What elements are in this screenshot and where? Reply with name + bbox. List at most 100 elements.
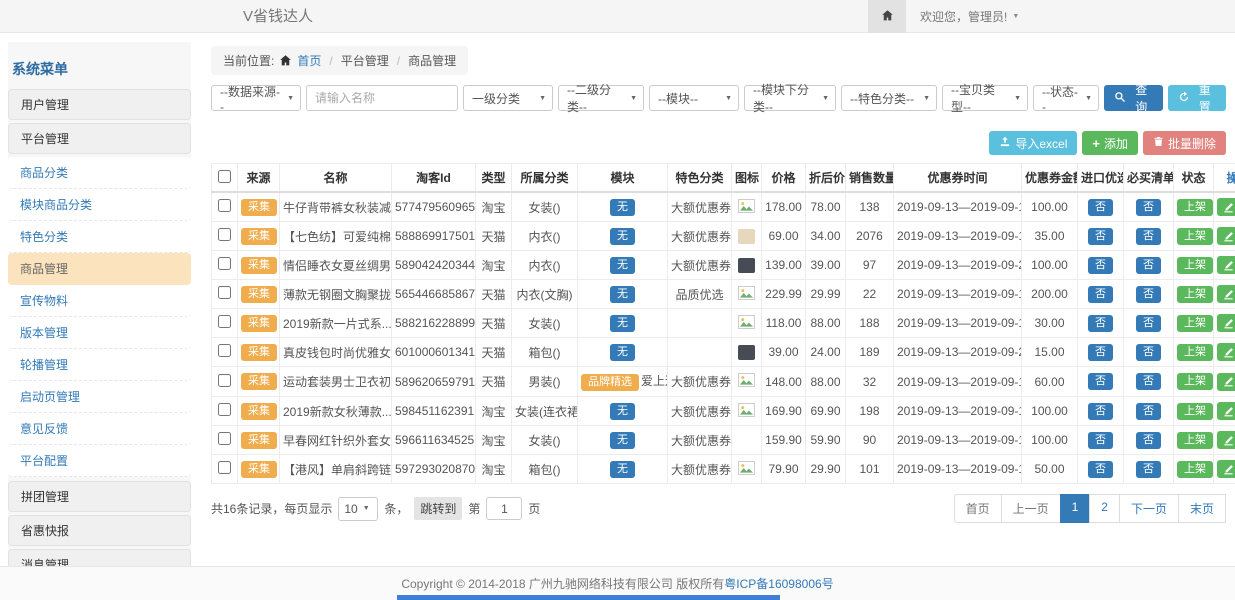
filter-select-module[interactable]: --模块--▼ xyxy=(649,85,739,111)
sidebar-section[interactable]: 拼团管理 xyxy=(8,481,191,512)
sidebar-item[interactable]: 意见反馈 xyxy=(8,413,191,445)
imported-toggle[interactable]: 否 xyxy=(1088,199,1113,216)
filter-select-data-source[interactable]: --数据来源--▼ xyxy=(211,85,301,111)
module-badge[interactable]: 品牌精选 xyxy=(581,374,639,391)
imported-toggle[interactable]: 否 xyxy=(1088,315,1113,332)
edit-button[interactable] xyxy=(1217,198,1235,216)
user-menu[interactable]: 欢迎您，管理员! ▼ xyxy=(906,0,1033,33)
row-checkbox[interactable] xyxy=(218,199,231,212)
module-badge[interactable]: 无 xyxy=(610,199,635,216)
status-badge[interactable]: 上架 xyxy=(1177,315,1213,332)
status-badge[interactable]: 上架 xyxy=(1177,403,1213,420)
module-badge[interactable]: 无 xyxy=(610,461,635,478)
imported-toggle[interactable]: 否 xyxy=(1088,257,1113,274)
sidebar-item[interactable]: 启动页管理 xyxy=(8,381,191,413)
module-badge[interactable]: 无 xyxy=(610,344,635,361)
imported-toggle[interactable]: 否 xyxy=(1088,344,1113,361)
status-badge[interactable]: 上架 xyxy=(1177,373,1213,390)
status-badge[interactable]: 上架 xyxy=(1177,199,1213,216)
sidebar-item[interactable]: 商品管理 xyxy=(8,253,191,285)
page-button[interactable]: 末页 xyxy=(1178,494,1226,523)
module-badge[interactable]: 无 xyxy=(610,257,635,274)
sidebar-item[interactable]: 模块商品分类 xyxy=(8,189,191,221)
row-checkbox[interactable] xyxy=(218,315,231,328)
imported-toggle[interactable]: 否 xyxy=(1088,373,1113,390)
imported-toggle[interactable]: 否 xyxy=(1088,461,1113,478)
module-badge[interactable]: 无 xyxy=(610,432,635,449)
import-excel-button[interactable]: 导入excel xyxy=(989,131,1077,155)
row-checkbox[interactable] xyxy=(218,257,231,270)
must-buy-toggle[interactable]: 否 xyxy=(1136,461,1161,478)
filter-select-feature-category[interactable]: --特色分类--▼ xyxy=(841,85,937,111)
page-button[interactable]: 首页 xyxy=(954,494,1002,523)
module-badge[interactable]: 无 xyxy=(610,228,635,245)
add-button[interactable]: + 添加 xyxy=(1082,131,1138,155)
status-badge[interactable]: 上架 xyxy=(1177,432,1213,449)
imported-toggle[interactable]: 否 xyxy=(1088,432,1113,449)
select-all-checkbox[interactable] xyxy=(218,170,231,183)
row-checkbox[interactable] xyxy=(218,228,231,241)
edit-button[interactable] xyxy=(1217,402,1235,420)
page-button[interactable]: 下一页 xyxy=(1119,494,1179,523)
sidebar-item[interactable]: 特色分类 xyxy=(8,221,191,253)
must-buy-toggle[interactable]: 否 xyxy=(1136,199,1161,216)
filter-select-level2-category[interactable]: --二级分类--▼ xyxy=(558,85,644,111)
sidebar-section[interactable]: 平台管理 xyxy=(8,123,191,154)
sidebar-item[interactable]: 商品分类 xyxy=(8,157,191,189)
sidebar-section[interactable]: 用户管理 xyxy=(8,89,191,120)
edit-button[interactable] xyxy=(1217,431,1235,449)
status-badge[interactable]: 上架 xyxy=(1177,286,1213,303)
row-checkbox[interactable] xyxy=(218,403,231,416)
edit-button[interactable] xyxy=(1217,343,1235,361)
module-badge[interactable]: 无 xyxy=(610,286,635,303)
home-nav-button[interactable] xyxy=(868,0,906,33)
row-checkbox[interactable] xyxy=(218,374,231,387)
reset-button[interactable]: 重置 xyxy=(1168,85,1227,111)
page-number-input[interactable] xyxy=(486,497,522,520)
page-button[interactable]: 1 xyxy=(1060,494,1091,523)
must-buy-toggle[interactable]: 否 xyxy=(1136,228,1161,245)
must-buy-toggle[interactable]: 否 xyxy=(1136,373,1161,390)
status-badge[interactable]: 上架 xyxy=(1177,344,1213,361)
must-buy-toggle[interactable]: 否 xyxy=(1136,432,1161,449)
edit-button[interactable] xyxy=(1217,256,1235,274)
status-badge[interactable]: 上架 xyxy=(1177,257,1213,274)
row-checkbox[interactable] xyxy=(218,461,231,474)
sidebar-item[interactable]: 版本管理 xyxy=(8,317,191,349)
filter-select-status[interactable]: --状态--▼ xyxy=(1033,85,1099,111)
row-checkbox[interactable] xyxy=(218,344,231,357)
edit-button[interactable] xyxy=(1217,227,1235,245)
module-badge[interactable]: 无 xyxy=(610,403,635,420)
sidebar-item[interactable]: 平台配置 xyxy=(8,445,191,477)
batch-delete-button[interactable]: 批量删除 xyxy=(1143,131,1226,155)
icp-link[interactable]: 粤ICP备16098006号 xyxy=(724,575,833,592)
filter-select-item-type[interactable]: --宝贝类型--▼ xyxy=(942,85,1028,111)
status-badge[interactable]: 上架 xyxy=(1177,228,1213,245)
must-buy-toggle[interactable]: 否 xyxy=(1136,344,1161,361)
sidebar-item[interactable]: 轮播管理 xyxy=(8,349,191,381)
name-search-input[interactable] xyxy=(306,85,458,111)
row-checkbox[interactable] xyxy=(218,432,231,445)
must-buy-toggle[interactable]: 否 xyxy=(1136,315,1161,332)
per-page-select[interactable]: 10 ▼ xyxy=(338,497,378,521)
edit-button[interactable] xyxy=(1217,373,1235,391)
breadcrumb-home-link[interactable]: 首页 xyxy=(297,52,321,69)
imported-toggle[interactable]: 否 xyxy=(1088,286,1113,303)
page-button[interactable]: 2 xyxy=(1089,494,1120,523)
imported-toggle[interactable]: 否 xyxy=(1088,403,1113,420)
filter-select-level1-category[interactable]: 一级分类▼ xyxy=(463,85,553,111)
must-buy-toggle[interactable]: 否 xyxy=(1136,403,1161,420)
status-badge[interactable]: 上架 xyxy=(1177,461,1213,478)
jump-to-button[interactable]: 跳转到 xyxy=(414,497,462,520)
edit-button[interactable] xyxy=(1217,314,1235,332)
row-checkbox[interactable] xyxy=(218,286,231,299)
imported-toggle[interactable]: 否 xyxy=(1088,228,1113,245)
page-button[interactable]: 上一页 xyxy=(1001,494,1061,523)
sidebar-section[interactable]: 省惠快报 xyxy=(8,515,191,546)
filter-select-module-subcategory[interactable]: --模块下分类--▼ xyxy=(744,85,836,111)
must-buy-toggle[interactable]: 否 xyxy=(1136,257,1161,274)
edit-button[interactable] xyxy=(1217,460,1235,478)
sidebar-item[interactable]: 宣传物料 xyxy=(8,285,191,317)
module-badge[interactable]: 无 xyxy=(610,315,635,332)
edit-button[interactable] xyxy=(1217,285,1235,303)
